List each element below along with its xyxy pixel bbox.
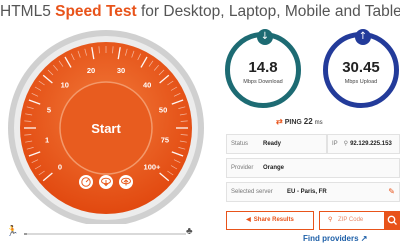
server-label: Selected server (231, 189, 273, 195)
gauge-tick-label: 100+ (144, 163, 162, 172)
speedometer: 0 1 5 10 20 30 40 50 75 100+ Start (8, 30, 204, 224)
zip-code-placeholder: ZIP Code (338, 217, 364, 223)
title-emphasis: Speed Test (55, 3, 137, 20)
share-results-label: Share Results (253, 217, 294, 223)
arrow-icon: ↗ (360, 234, 368, 243)
upload-result: ↑ 30.45 Mbps Upload (323, 29, 399, 108)
status-label: Status (231, 141, 249, 147)
gauge-tick-label: 40 (143, 80, 151, 89)
start-button[interactable]: Start (91, 121, 121, 136)
download-unit: Mbps Download (243, 79, 283, 85)
gauge-tick-label: 10 (61, 80, 69, 89)
zip-code-input[interactable]: ⚲ ZIP Code (319, 211, 385, 230)
title-prefix: HTML5 (0, 3, 56, 20)
provider-value: Orange (263, 165, 285, 171)
download-test-button[interactable] (99, 175, 113, 189)
page-title: HTML5 Speed Test for Desktop, Laptop, Mo… (0, 0, 400, 24)
speed-button[interactable] (79, 175, 93, 189)
server-field[interactable]: Selected server EU - Paris, FR ✎ (226, 182, 400, 202)
share-results-button[interactable]: ◀ Share Results (226, 211, 314, 230)
test-progress-slider[interactable]: 🏃 ♣ (0, 226, 200, 242)
search-button[interactable] (385, 211, 400, 230)
gauge-tick-label: 20 (87, 66, 95, 75)
edit-server-icon[interactable]: ✎ (388, 183, 395, 201)
ping-label: PING (284, 119, 302, 126)
provider-field: Provider Orange (226, 158, 400, 178)
upload-unit: Mbps Upload (344, 79, 378, 85)
title-suffix: for Desktop, Laptop, Mobile and Tablets (136, 3, 400, 20)
gauge-tick-label: 1 (45, 136, 49, 145)
upload-test-button[interactable] (119, 175, 133, 189)
ip-label: IP (332, 141, 338, 147)
runner-icon: 🏃 (6, 226, 19, 237)
gauge-tick-label: 5 (47, 106, 51, 115)
find-providers-link[interactable]: Find providers ↗ (303, 234, 368, 243)
download-result: ↓ 14.8 Mbps Download (225, 29, 301, 108)
ping-value: 22 (303, 117, 313, 126)
download-value: 14.8 (248, 59, 278, 76)
ip-field: IP ⚲ 92.129.225.153 (327, 134, 400, 154)
search-icon (387, 215, 397, 225)
status-field: Status Ready (226, 134, 327, 154)
provider-label: Provider (231, 165, 254, 171)
location-pin-icon: ⚲ (343, 141, 349, 147)
upload-value: 30.45 (342, 59, 380, 76)
server-value: EU - Paris, FR (287, 189, 327, 195)
find-providers-label: Find providers (303, 234, 359, 243)
gauge-tick-label: 50 (159, 106, 167, 115)
map-pin-icon: ⚲ (328, 217, 333, 223)
gauge-tick-label: 0 (58, 163, 62, 172)
status-value: Ready (263, 141, 282, 147)
ping-readout: ⇄ PING 22 ms (276, 117, 323, 126)
slider-fill (24, 233, 28, 235)
tree-icon: ♣ (186, 226, 193, 237)
ip-value: 92.129.225.153 (350, 141, 392, 147)
ping-icon: ⇄ (276, 117, 283, 126)
download-arrow-icon: ↓ (257, 29, 273, 45)
upload-arrow-icon: ↑ (355, 29, 371, 45)
gauge-tick-label: 30 (117, 66, 125, 75)
ping-unit: ms (314, 120, 323, 126)
slider-track[interactable] (24, 233, 186, 235)
gauge-tick-label: 75 (161, 136, 169, 145)
share-icon: ◀ (246, 217, 251, 223)
